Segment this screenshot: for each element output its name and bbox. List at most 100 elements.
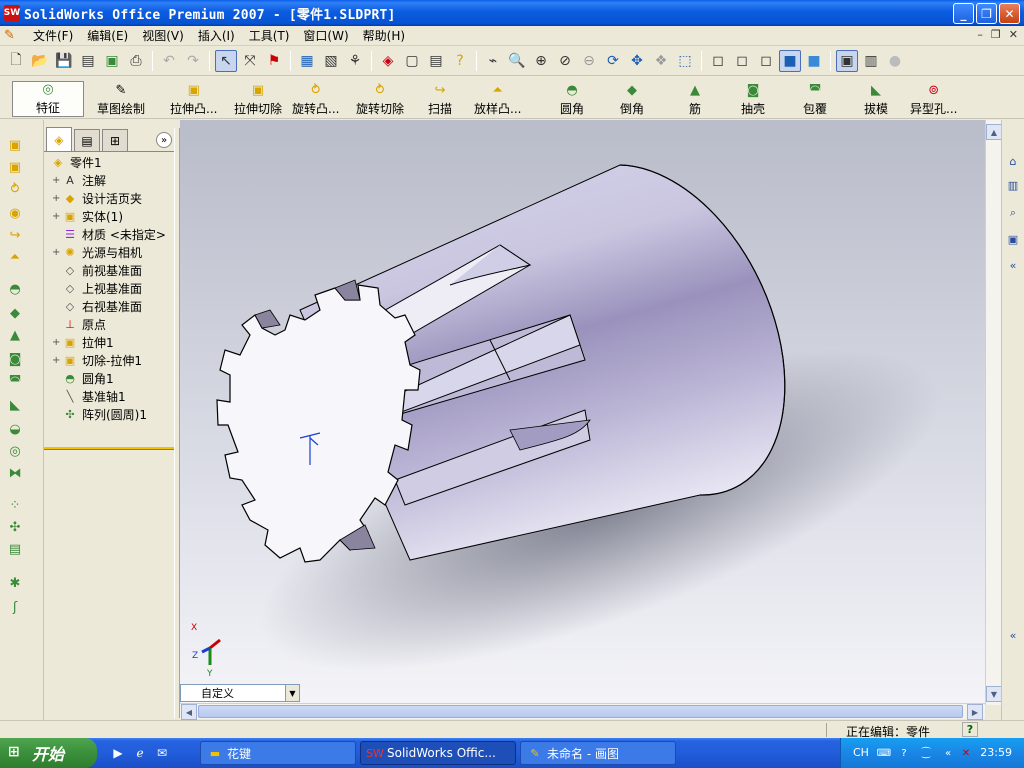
sweep-icon[interactable]: ↪ [6,226,24,244]
shell-icon[interactable]: ◙ [6,350,24,368]
redo-icon[interactable]: ↷ [182,50,204,72]
realview-icon[interactable]: ● [884,50,906,72]
shell-button[interactable]: ◙ 抽壳 [741,81,765,117]
tree-item[interactable]: + ◆ 设计活页夹 [44,189,174,207]
vertical-scrollbar[interactable]: ▲ ▼ [985,120,1002,705]
collapse-left-icon[interactable]: « [1004,256,1022,274]
perspective-icon[interactable]: ▥ [860,50,882,72]
view-palette-icon[interactable]: ▣ [1004,230,1022,248]
language-indicator[interactable]: CH [853,746,869,759]
draft-icon[interactable]: ◣ [6,396,24,414]
expand-panel-icon[interactable]: » [156,132,172,148]
rollback-bar[interactable] [44,447,174,450]
doc-restore-button[interactable]: ❐ [991,28,1001,41]
tree-item[interactable]: ◓ 圆角1 [44,369,174,387]
tree-item[interactable]: ◇ 上视基准面 [44,279,174,297]
revolved-cut-icon[interactable]: ◉ [6,204,24,222]
tray-expand-icon[interactable]: « [941,746,955,760]
scroll-down-icon[interactable]: ▼ [986,686,1002,702]
print-icon[interactable]: ⎙ [125,50,147,72]
view-orientation-icon[interactable]: ⚘ [344,50,366,72]
open-icon[interactable]: 📂 [29,50,51,72]
rib-icon[interactable]: ▲ [6,326,24,344]
menu-edit[interactable]: 编辑(E) [80,27,135,44]
new-icon[interactable]: 🗋 [5,50,27,72]
keyboard-icon[interactable]: ⌨ [877,746,891,760]
rib-button[interactable]: ▲ 筋 [686,81,704,117]
tree-item[interactable]: + ▣ 切除-拉伸1 [44,351,174,369]
chevron-down-icon[interactable]: ▼ [285,685,299,701]
pattern-table-icon[interactable]: ▤ [6,540,24,558]
section-view-icon[interactable]: ❖ [650,50,672,72]
zoom-to-selection-icon[interactable]: ⊖ [578,50,600,72]
network-icon[interactable]: ✕ [959,746,973,760]
extruded-cut-button[interactable]: ▣ 拉伸切除 [234,81,282,117]
expand-toggle-icon[interactable]: + [52,337,62,348]
input-method-icon[interactable]: ⁐ [919,746,933,760]
menu-view[interactable]: 视图(V) [135,27,191,44]
curves-icon[interactable]: ʃ [6,598,24,616]
media-player-icon[interactable]: ▶ [110,745,126,761]
tree-item[interactable]: ✣ 阵列(圆周)1 [44,405,174,423]
scroll-left-icon[interactable]: ◀ [181,704,197,720]
tab-features[interactable]: ◎ 特征 [12,81,84,117]
zoom-to-area-icon[interactable]: ⊕ [530,50,552,72]
linear-pattern-icon[interactable]: ⁘ [6,496,24,514]
rebuild-icon[interactable]: ⚑ [263,50,285,72]
wireframe-icon[interactable]: ◻ [707,50,729,72]
rotate-view-icon[interactable]: ⟳ [602,50,624,72]
revolved-boss-icon[interactable]: ⥁ [6,180,24,198]
chamfer-icon[interactable]: ◆ [6,304,24,322]
measure-icon[interactable]: ⌁ [482,50,504,72]
doc-minimize-button[interactable]: – [977,28,983,41]
tree-item[interactable]: ◇ 右视基准面 [44,297,174,315]
options-grid-icon[interactable]: ▦ [296,50,318,72]
properties-icon[interactable]: ▤ [425,50,447,72]
hole-wizard-button[interactable]: ⊚ 异型孔... [910,81,957,117]
appearance-icon[interactable]: ◈ [377,50,399,72]
propertymanager-tab[interactable]: ▤ [74,129,100,151]
shaded-icon[interactable]: ■ [803,50,825,72]
help-icon[interactable]: ? [897,746,911,760]
save-icon[interactable]: 💾 [53,50,75,72]
menu-file[interactable]: 文件(F) [26,27,80,44]
draft-button[interactable]: ◣ 拔模 [864,81,888,117]
extruded-cut-icon[interactable]: ▣ [6,158,24,176]
fillet-icon[interactable]: ◓ [6,280,24,298]
document-icon[interactable]: ✎ [4,28,20,44]
tree-item[interactable]: + A 注解 [44,171,174,189]
expand-toggle-icon[interactable]: + [52,247,62,258]
taskbar-item-folder[interactable]: ▬ 花键 [200,741,356,765]
expand-toggle-icon[interactable]: + [52,211,62,222]
loft-button[interactable]: ⏶ 放样凸... [474,81,521,117]
collapse-left-icon[interactable]: « [1004,626,1022,644]
sweep-button[interactable]: ↪ 扫描 [428,81,452,117]
solidworks-logo-icon[interactable]: SW [4,5,20,21]
display-style-icon[interactable]: ▧ [320,50,342,72]
spline-shaft-model[interactable]: X Y Z [180,120,985,705]
undo-icon[interactable]: ↶ [158,50,180,72]
select-icon[interactable]: ↖ [215,49,237,72]
show-desktop-icon[interactable]: ✉ [154,745,170,761]
horizontal-scrollbar[interactable]: ◀ ▶ [180,703,985,720]
revolved-cut-button[interactable]: ⥁ 旋转切除 [356,81,404,117]
tree-item[interactable]: + ▣ 拉伸1 [44,333,174,351]
internet-explorer-icon[interactable]: ℯ [132,745,148,761]
make-drawing-icon[interactable]: ▣ [101,50,123,72]
home-icon[interactable]: ⌂ [1004,152,1022,170]
menu-insert[interactable]: 插入(I) [191,27,242,44]
tree-item[interactable]: ╲ 基准轴1 [44,387,174,405]
configurationmanager-tab[interactable]: ⊞ [102,129,128,151]
taskbar-item-paint[interactable]: ✎ 未命名 - 画图 [520,741,676,765]
tree-item[interactable]: + ▣ 实体(1) [44,207,174,225]
featuremanager-tab[interactable]: ◈ [46,127,72,151]
scroll-thumb[interactable] [198,705,963,718]
zoom-to-fit-icon[interactable]: 🔍 [506,50,528,72]
wrap-button[interactable]: ◚ 包覆 [803,81,827,117]
chamfer-button[interactable]: ◆ 倒角 [620,81,644,117]
graphics-area[interactable]: X Y Z [180,120,985,705]
layout-icon[interactable]: ▢ [401,50,423,72]
hole-icon[interactable]: ◎ [6,442,24,460]
wrap-icon[interactable]: ◚ [6,372,24,390]
expand-toggle-icon[interactable]: + [52,175,62,186]
